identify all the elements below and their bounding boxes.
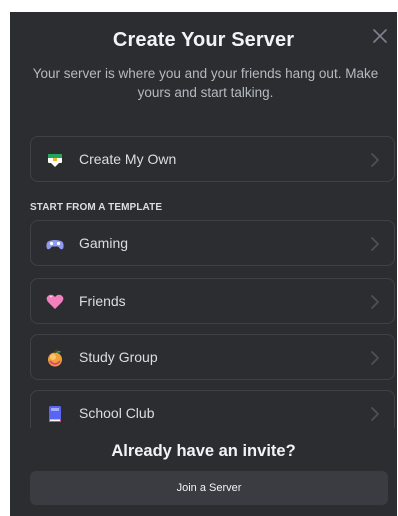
gamepad-icon — [46, 240, 64, 250]
template-section-label: START FROM A TEMPLATE — [30, 202, 163, 213]
template-label: Friends — [79, 293, 126, 309]
join-server-button[interactable]: Join a Server — [30, 471, 388, 505]
modal-title: Create Your Server — [112, 29, 295, 51]
chevron-right-icon — [371, 153, 379, 167]
create-server-modal: Create Your Server Your server is where … — [10, 12, 397, 516]
chevron-right-icon — [371, 407, 379, 421]
create-my-own-label: Create My Own — [79, 151, 177, 167]
close-icon[interactable] — [371, 27, 389, 45]
chevron-right-icon — [371, 351, 379, 365]
chevron-right-icon — [371, 237, 379, 251]
chevron-right-icon — [371, 295, 379, 309]
template-label: Gaming — [79, 235, 129, 251]
create-server-icon — [48, 154, 62, 167]
book-icon — [49, 406, 61, 422]
template-study-group[interactable]: Study Group — [30, 334, 395, 380]
invite-heading: Already have an invite? — [111, 442, 296, 460]
heart-icon — [46, 294, 64, 309]
apple-icon — [48, 348, 62, 367]
template-gaming[interactable]: Gaming — [30, 220, 395, 266]
modal-subtitle: Your server is where you and your friend… — [32, 66, 379, 100]
template-friends[interactable]: Friends — [30, 278, 395, 324]
template-label: School Club — [79, 405, 155, 421]
template-label: Study Group — [79, 349, 158, 365]
modal-footer: Already have an invite? Join a Server — [10, 428, 397, 516]
create-my-own-button[interactable]: Create My Own — [30, 136, 395, 182]
